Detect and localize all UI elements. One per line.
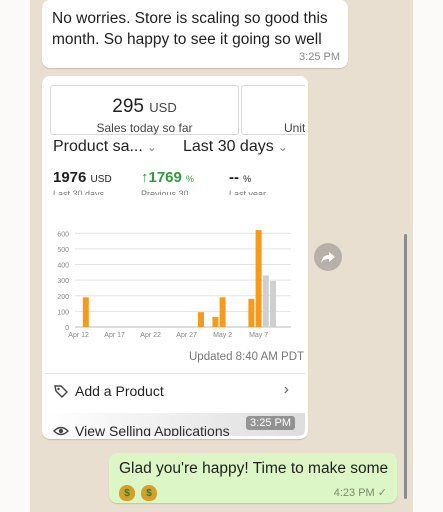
forward-button[interactable]: [314, 243, 342, 271]
message-text: No worries. Store is scaling so good thi…: [52, 10, 328, 48]
x-tick-label: May 2: [213, 332, 232, 339]
add-product-label: Add a Product: [75, 383, 164, 399]
sales-unit: USD: [149, 100, 177, 115]
range-dropdown-value: Last 30 days: [183, 138, 274, 155]
units-label: Unit: [284, 121, 305, 135]
message-time: 4:23 PM ✓: [333, 487, 387, 499]
y-tick-label: 100: [57, 309, 69, 316]
forward-icon: [321, 252, 335, 263]
x-tick-label: Apr 27: [176, 332, 197, 339]
dashboard-screenshot[interactable]: 295 USD Sales today so far Unit Product …: [45, 79, 305, 436]
bar: [219, 297, 226, 327]
updated-timestamp: Updated 8:40 AM PDT: [189, 351, 305, 363]
message-time: 3:25 PM: [299, 51, 340, 63]
stat-total-value: 1976: [53, 169, 87, 186]
sales-today-label: Sales today so far: [96, 121, 193, 135]
incoming-message[interactable]: No worries. Store is scaling so good thi…: [42, 0, 348, 68]
message-text-content: Glad you're happy! Time to make some: [119, 460, 389, 477]
y-tick-label: 0: [65, 325, 69, 332]
incoming-image-message[interactable]: 295 USD Sales today so far Unit Product …: [42, 76, 308, 439]
sales-bar-chart: 0 100 200 300 400 500 600 Apr 12 Apr 17 Apr 22 Apr…: [57, 230, 291, 339]
stat-year-value: --: [229, 169, 239, 186]
chevron-down-icon: ⌄: [146, 140, 157, 154]
chevron-down-icon: ⌄: [277, 140, 288, 154]
y-tick-label: 400: [57, 263, 69, 270]
bar: [248, 298, 255, 327]
bar: [270, 280, 276, 327]
outgoing-message[interactable]: Glad you're happy! Time to make some $ $ …: [109, 453, 397, 503]
stat-year: -- %: [229, 169, 251, 186]
message-time: 3:25 PM: [246, 416, 295, 430]
x-tick-label: Apr 22: [140, 332, 161, 339]
view-selling-apps-label: View Selling Applications: [75, 423, 230, 436]
chevron-right-icon: ›: [283, 381, 289, 398]
money-bag-icon: $: [119, 485, 135, 501]
stat-change: ↑1769 %: [141, 169, 194, 186]
stat-total: 1976 USD: [53, 169, 112, 186]
range-dropdown: Last 30 days ⌄: [183, 138, 288, 156]
y-tick-label: 300: [57, 278, 69, 285]
stat-change-sub: Previous 30: [141, 189, 189, 195]
stat-change-unit: %: [186, 174, 195, 184]
left-margin: [0, 0, 30, 512]
bar: [82, 297, 89, 327]
add-product-row[interactable]: Add a Product ›: [45, 379, 305, 405]
metric-dropdown: Product sa... ⌄: [53, 138, 157, 156]
divider: [45, 373, 305, 374]
x-tick-label: Apr 12: [68, 332, 89, 339]
scrollbar[interactable]: [404, 234, 407, 499]
stat-total-unit: USD: [90, 174, 112, 185]
stat-year-unit: %: [243, 174, 252, 184]
sales-today-card: 295 USD Sales today so far: [50, 85, 239, 135]
stat-year-sub: Last year: [229, 189, 267, 195]
metric-dropdown-value: Product sa...: [53, 138, 143, 155]
sales-number: 295: [112, 96, 144, 117]
bar: [212, 316, 219, 327]
arrow-up-icon: ↑: [141, 169, 149, 186]
x-tick-label: Apr 17: [104, 332, 125, 339]
y-tick-label: 500: [57, 247, 69, 254]
units-card: Unit: [241, 85, 305, 135]
bar: [262, 275, 269, 327]
money-bag-icon: $: [141, 485, 157, 501]
y-tick-label: 200: [57, 294, 69, 301]
right-margin: [413, 0, 443, 512]
bar: [255, 230, 262, 327]
stat-total-sub: Last 30 days: [53, 189, 105, 195]
y-tick-label: 600: [57, 231, 69, 238]
bar: [198, 312, 204, 327]
sales-today-value: 295 USD: [51, 96, 238, 118]
eye-icon: [53, 426, 69, 436]
x-tick-label: May 7: [249, 332, 268, 339]
stat-change-value: 1769: [148, 169, 182, 186]
tag-icon: [54, 385, 68, 398]
